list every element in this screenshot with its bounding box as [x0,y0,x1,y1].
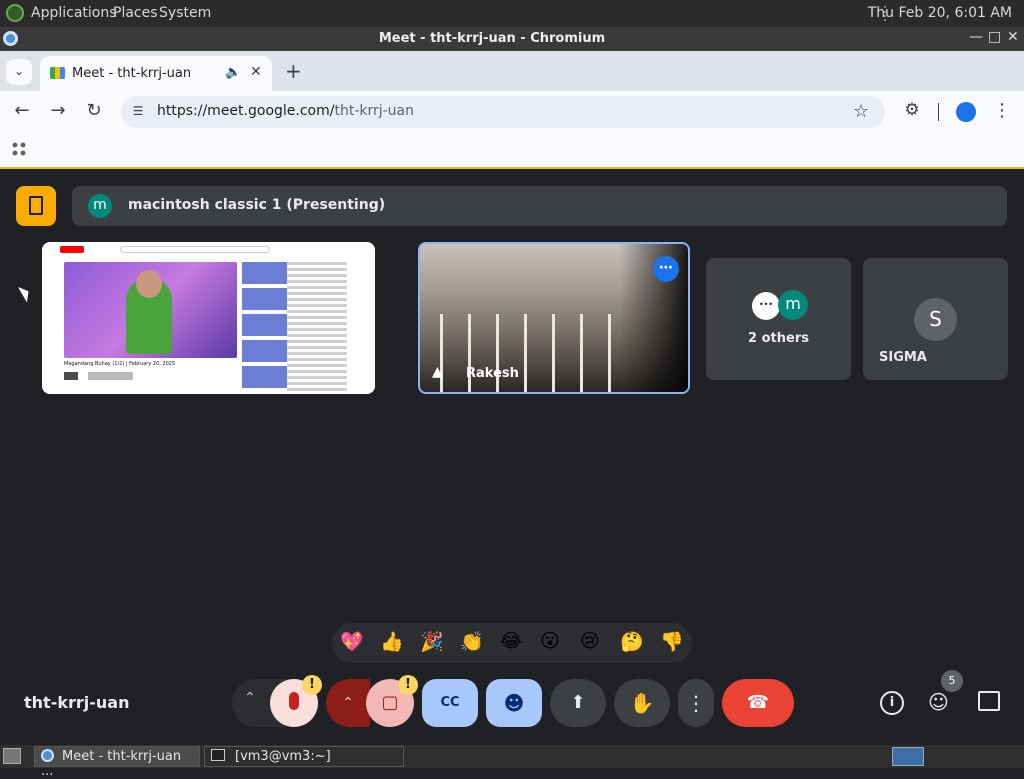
tab-strip: ⌄ Meet - tht-krrj-uan 🔈 ✕ + [0,51,1024,91]
shared-channel-row [64,372,237,380]
reaction-sad-icon[interactable]: 😢 [580,630,600,652]
show-desktop-icon[interactable] [3,748,21,764]
reaction-heart-icon[interactable]: 💖 [340,630,364,653]
more-options-button[interactable]: ⋮ [678,679,714,727]
audio-options-chevron-icon[interactable]: ⌃ [244,690,256,706]
taskbar-chromium-icon [41,749,54,762]
participant-tile-rakesh[interactable]: ⋯ ▲ Rakesh [418,242,690,394]
meeting-info-icon[interactable]: i [880,691,904,715]
forward-icon[interactable]: → [48,100,68,121]
audio-playing-icon[interactable]: 🔈 [225,65,241,80]
extensions-icon[interactable]: ⚙ [902,100,922,120]
system-top-bar: Applications Places System Thu Feb 20, 6… [0,0,1024,27]
profile-avatar-icon[interactable] [956,102,976,122]
camera-warning-icon[interactable]: ! [398,675,418,695]
window-title-bar[interactable]: Meet - tht-krrj-uan - Chromium — □ ✕ [0,27,1024,51]
door-icon [29,196,43,215]
distro-logo-icon[interactable] [6,4,24,22]
people-icon[interactable]: ☺ [928,690,949,714]
toolbar-divider [938,103,939,121]
camera-feed-bars [426,314,626,392]
video-options-button[interactable]: ⌃ [326,679,370,727]
tab-title: Meet - tht-krrj-uan [72,66,192,81]
new-tab-icon[interactable]: + [285,59,302,83]
browser-toolbar: ← → ↻ ☰ https://meet.google.com/tht-krrj… [0,91,1024,133]
leave-call-button[interactable]: ☎ [722,679,794,727]
terminal-icon [211,749,225,761]
participant-name-sigma: SIGMA [879,350,927,365]
taskbar-item-label: Meet - tht-krrj-uan ... [41,749,182,779]
mic-warning-icon[interactable]: ! [302,675,322,695]
url-path: tht-krrj-uan [334,103,415,119]
clock[interactable]: Thu Feb 20, 6:01 AM [868,5,1012,21]
present-button[interactable]: ⬆ [550,679,606,727]
reaction-clap-icon[interactable]: 👏 [460,630,484,653]
reaction-surprised-icon[interactable]: 😮 [540,630,560,652]
url-text[interactable]: https://meet.google.com/tht-krrj-uan [157,103,414,119]
pin-icon[interactable]: ▲ [432,364,443,380]
presenter-avatar: m [88,194,112,218]
menu-applications[interactable]: Applications [31,5,117,21]
minimize-icon[interactable]: — [969,29,983,45]
people-count-badge: 5 [941,670,963,692]
meeting-code: tht-krrj-uan [24,693,130,712]
reload-icon[interactable]: ↻ [84,100,104,121]
reaction-thinking-icon[interactable]: 🤔 [620,630,644,653]
apps-grid-icon[interactable] [11,141,27,157]
taskbar: Meet - tht-krrj-uan ... [vm3@vm3:~] [0,745,1024,779]
chat-icon[interactable] [978,691,1000,711]
others-avatar-1: ••• [752,292,780,320]
reactions-button[interactable]: ☻ [486,679,542,727]
shared-video-face [136,270,162,298]
address-bar[interactable]: ☰ https://meet.google.com/tht-krrj-uan ☆ [121,96,885,128]
back-icon[interactable]: ← [12,100,32,121]
taskbar-item-label: [vm3@vm3:~] [235,749,331,764]
tab-search-button[interactable]: ⌄ [6,59,32,85]
chrome-menu-icon[interactable]: ⋮ [992,100,1012,121]
reaction-party-icon[interactable]: 🎉 [420,630,444,653]
close-window-icon[interactable]: ✕ [1007,29,1019,45]
taskbar-item-terminal[interactable]: [vm3@vm3:~] [204,746,404,767]
others-avatar-2: m [778,290,808,320]
shared-search-bar [120,246,270,253]
participant-name-rakesh: Rakesh [466,366,519,381]
bookmark-star-icon[interactable]: ☆ [853,101,869,122]
others-tile[interactable]: ••• m 2 others [706,258,851,380]
meet-favicon-icon [50,67,65,79]
reactions-bar: 💖 👍 🎉 👏 😂 😮 😢 🤔 👎 [332,623,692,663]
mouse-cursor-icon [17,283,34,303]
close-tab-icon[interactable]: ✕ [250,64,262,80]
captions-button[interactable]: CC [422,679,478,727]
maximize-icon[interactable]: □ [988,29,1001,45]
shared-video-player [64,262,237,358]
screen-share-tile[interactable]: Magandang Buhay (1/2) | February 20, 202… [42,242,375,394]
url-host: https://meet.google.com/ [157,103,335,119]
shared-rec-text [287,262,347,392]
raise-hand-button[interactable]: ✋ [614,679,670,727]
window-title: Meet - tht-krrj-uan - Chromium [378,31,606,46]
presenting-bar[interactable]: m macintosh classic 1 (Presenting) [72,186,1007,226]
workspace-switcher[interactable] [892,747,924,766]
menu-system[interactable]: System [159,5,211,21]
meet-stage: m macintosh classic 1 (Presenting) Magan… [0,170,1024,745]
reaction-laugh-icon[interactable]: 😂 [500,630,522,652]
participant-options-icon[interactable]: ⋯ [653,256,679,282]
bookmarks-bar [0,133,1024,169]
menu-places[interactable]: Places [113,5,158,21]
sigma-avatar: S [914,298,957,341]
tab-meet[interactable]: Meet - tht-krrj-uan 🔈 ✕ [40,56,272,91]
shared-video-title: Magandang Buhay (1/2) | February 20, 202… [64,361,176,367]
mic-off-icon [289,692,299,710]
participant-tile-sigma[interactable]: S SIGMA [863,258,1008,380]
youtube-logo [60,246,84,253]
taskbar-item-browser[interactable]: Meet - tht-krrj-uan ... [34,746,200,779]
reaction-thumbs-down-icon[interactable]: 👎 [660,630,684,653]
presenter-label: macintosh classic 1 (Presenting) [128,197,386,213]
site-info-icon[interactable]: ☰ [130,104,146,120]
companion-mode-button[interactable] [16,186,56,226]
others-label: 2 others [748,331,809,346]
reaction-thumbs-up-icon[interactable]: 👍 [380,630,404,653]
